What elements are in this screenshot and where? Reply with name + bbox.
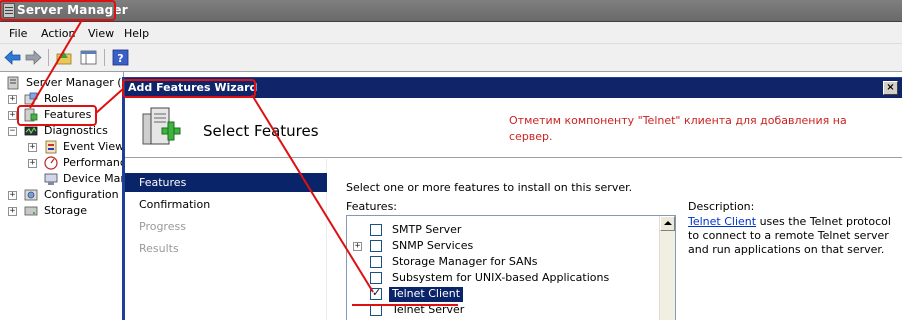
collapse-icon[interactable]: − xyxy=(8,127,17,136)
svg-text:?: ? xyxy=(117,52,123,65)
add-feature-server-icon xyxy=(142,107,181,145)
feature-checkbox[interactable] xyxy=(370,240,382,252)
description-link[interactable]: Telnet Client xyxy=(688,215,756,228)
features-label: Features: xyxy=(346,200,398,213)
event-viewer-icon xyxy=(45,140,57,154)
forward-arrow-icon[interactable] xyxy=(25,49,42,66)
expand-icon[interactable]: + xyxy=(8,95,17,104)
tree-item-event-viewer[interactable]: + Event Viewe xyxy=(0,139,131,155)
feature-checkbox[interactable] xyxy=(370,224,382,236)
wizard-step-confirmation[interactable]: Confirmation xyxy=(125,195,327,214)
diagnostics-icon xyxy=(24,126,38,136)
expand-icon[interactable]: + xyxy=(8,111,17,120)
tree-item-storage[interactable]: + Storage xyxy=(0,203,124,219)
tree-item-diagnostics[interactable]: − Diagnostics xyxy=(0,123,124,139)
menu-file[interactable]: File xyxy=(9,27,27,40)
expand-icon[interactable]: + xyxy=(353,242,362,251)
feature-item-telnet-client[interactable]: ✓ Telnet Client xyxy=(347,286,659,302)
description-label: Description: xyxy=(688,200,755,213)
feature-label: SMTP Server xyxy=(392,223,462,236)
feature-label: Telnet Client xyxy=(389,287,464,302)
features-tree-list[interactable]: SMTP Server + SNMP Services Storage Mana… xyxy=(346,215,676,320)
wizard-title: Add Features Wizard xyxy=(128,81,258,94)
features-icon xyxy=(24,108,38,122)
menu-action[interactable]: Action xyxy=(41,27,75,40)
tree-label: Event Viewe xyxy=(63,140,131,153)
wizard-title-bar[interactable]: Add Features Wizard × xyxy=(125,78,902,98)
arrow-up-icon xyxy=(664,221,672,225)
page-title: Select Features xyxy=(203,122,319,140)
feature-label: Telnet Server xyxy=(392,303,465,316)
expand-icon[interactable]: + xyxy=(8,191,17,200)
tree-label: Configuration xyxy=(44,188,119,201)
tree-label: Roles xyxy=(44,92,74,105)
tree-label: Features xyxy=(44,108,92,121)
server-manager-app-icon xyxy=(3,3,15,18)
feature-checkbox[interactable] xyxy=(370,272,382,284)
device-manager-icon xyxy=(44,173,58,185)
tree-label: Storage xyxy=(44,204,88,217)
storage-icon xyxy=(24,206,38,216)
roles-icon xyxy=(24,92,38,105)
menu-view[interactable]: View xyxy=(88,27,114,40)
wizard-step-progress: Progress xyxy=(139,220,186,233)
feature-item-snmp-services[interactable]: + SNMP Services xyxy=(347,238,659,254)
expand-icon[interactable]: + xyxy=(28,143,37,152)
performance-icon xyxy=(44,156,58,170)
back-arrow-icon[interactable] xyxy=(4,49,21,66)
wizard-steps-nav: Features Confirmation Progress Results xyxy=(125,159,327,320)
toolbar: ? xyxy=(0,44,902,72)
feature-label: SNMP Services xyxy=(392,239,474,252)
feature-checkbox[interactable] xyxy=(370,304,382,316)
tree-pane: Server Manager (AL + Roles + Features − … xyxy=(0,72,135,320)
show-hide-tree-icon[interactable] xyxy=(80,49,97,66)
window-title: Server Manager xyxy=(17,3,128,17)
tree-item-roles[interactable]: + Roles xyxy=(0,91,124,107)
feature-checkbox-checked[interactable]: ✓ xyxy=(370,286,382,300)
menu-bar: File Action View Help xyxy=(0,22,902,44)
feature-item-subsystem-for-unix[interactable]: Subsystem for UNIX-based Applications xyxy=(347,270,659,286)
expand-icon[interactable]: + xyxy=(8,207,17,216)
title-bar[interactable]: Server Manager xyxy=(0,0,902,22)
configuration-icon xyxy=(24,189,38,201)
scroll-up-button[interactable] xyxy=(660,216,675,231)
tree-label: Diagnostics xyxy=(44,124,108,137)
tree-item-server-manager[interactable]: Server Manager (AL xyxy=(0,75,135,91)
toolbar-separator xyxy=(104,49,105,66)
wizard-step-results: Results xyxy=(139,242,179,255)
menu-help[interactable]: Help xyxy=(124,27,149,40)
feature-checkbox[interactable] xyxy=(370,256,382,268)
tree-item-features[interactable]: + Features xyxy=(0,107,124,123)
add-features-wizard-dialog: Add Features Wizard × Select Features От… xyxy=(122,77,902,320)
wizard-content: Select one or more features to install o… xyxy=(327,159,902,320)
up-folder-icon[interactable] xyxy=(56,49,73,66)
feature-label: Storage Manager for SANs xyxy=(392,255,538,268)
feature-label: Subsystem for UNIX-based Applications xyxy=(392,271,610,284)
tree-item-device-manager[interactable]: Device Mana xyxy=(0,171,134,187)
expand-icon[interactable]: + xyxy=(28,159,37,168)
vertical-scrollbar[interactable] xyxy=(659,216,675,320)
server-icon xyxy=(7,76,19,90)
tree-label: Server Manager (AL xyxy=(26,76,136,89)
close-button[interactable]: × xyxy=(883,81,898,95)
feature-item-storage-manager-for-sans[interactable]: Storage Manager for SANs xyxy=(347,254,659,270)
instruction-text: Select one or more features to install o… xyxy=(346,181,633,194)
annotation-note: Отметим компоненту "Telnet" клиента для … xyxy=(509,114,847,143)
tree-item-performance[interactable]: + Performance xyxy=(0,155,133,171)
wizard-step-features[interactable]: Features xyxy=(125,173,327,192)
toolbar-separator xyxy=(48,49,49,66)
tree-item-configuration[interactable]: + Configuration xyxy=(0,187,124,203)
wizard-header: Select Features Отметим компоненту "Teln… xyxy=(125,98,902,158)
feature-item-smtp-server[interactable]: SMTP Server xyxy=(347,222,659,238)
feature-item-telnet-server[interactable]: Telnet Server xyxy=(347,302,659,318)
help-icon[interactable]: ? xyxy=(112,49,129,66)
feature-description: Telnet Client uses the Telnet protocol t… xyxy=(688,215,893,257)
check-mark-icon: ✓ xyxy=(372,286,382,299)
